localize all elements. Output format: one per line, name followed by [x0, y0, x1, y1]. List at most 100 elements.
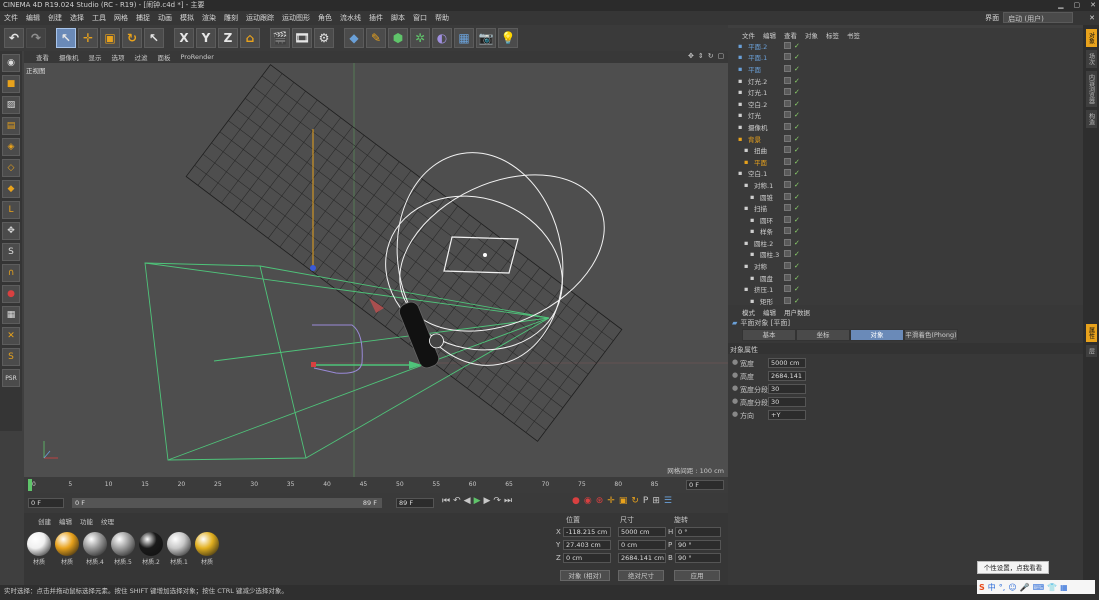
quantize-icon[interactable]: ✕ — [2, 327, 20, 345]
object-row[interactable]: ▪ 平面 ✓ — [728, 63, 1083, 75]
enabled-check-icon[interactable]: ✓ — [794, 88, 800, 96]
object-menu-item[interactable]: 标签 — [826, 30, 839, 40]
window-close-icon[interactable]: ✕ — [1089, 14, 1095, 22]
material-swatch[interactable]: 材质 — [26, 531, 52, 569]
enabled-check-icon[interactable]: ✓ — [794, 77, 800, 85]
y-axis-button[interactable]: Y — [196, 28, 216, 48]
coordinate-system-icon[interactable]: ⌂ — [240, 28, 260, 48]
viewport-menu-item[interactable]: 面板 — [158, 52, 171, 62]
prev-key-icon[interactable]: ↶ — [453, 496, 461, 506]
visibility-toggle[interactable] — [784, 76, 791, 84]
enabled-check-icon[interactable]: ✓ — [794, 111, 800, 119]
sogou-icon[interactable]: S — [979, 583, 985, 592]
visibility-toggle[interactable] — [784, 53, 791, 61]
menu-item[interactable]: 插件 — [369, 13, 383, 23]
attr-menu-item[interactable]: 用户数据 — [784, 307, 810, 317]
viewport-menu-item[interactable]: 选项 — [112, 52, 125, 62]
prop-radio[interactable]: ● — [732, 410, 738, 418]
attr-tab[interactable]: 对象 — [850, 329, 904, 341]
polygons-mode-icon[interactable]: ◆ — [2, 180, 20, 198]
object-row[interactable]: ▪ 摄像机 ✓ — [728, 121, 1083, 133]
visibility-toggle[interactable] — [784, 238, 791, 246]
object-row[interactable]: ▪ 平面.1 ✓ — [728, 52, 1083, 64]
object-row[interactable]: ▪ 对称 ✓ — [728, 260, 1083, 272]
object-row[interactable]: ▪ 圆柱.2 ✓ — [728, 237, 1083, 249]
voice-icon[interactable]: 🎤 — [1020, 583, 1030, 592]
object-row[interactable]: ▪ 挤压.1 ✓ — [728, 283, 1083, 295]
subdivision-icon[interactable]: ⬢ — [388, 28, 408, 48]
move-icon[interactable]: ✛ — [78, 28, 98, 48]
sculpt-icon[interactable]: ● — [2, 285, 20, 303]
enabled-check-icon[interactable]: ✓ — [794, 169, 800, 177]
side-tab[interactable]: 构造 — [1085, 110, 1097, 128]
menu-item[interactable]: 编辑 — [26, 13, 40, 23]
menu-item[interactable]: 角色 — [318, 13, 332, 23]
side-tab-lower[interactable]: 属性 — [1085, 324, 1097, 342]
tooltip-popup[interactable]: 个性设置，点我看看 — [977, 561, 1049, 574]
texture-mode-icon[interactable]: ▨ — [2, 96, 20, 114]
position-field[interactable]: 27.403 cm — [563, 540, 611, 550]
position-field[interactable]: -118.215 cm — [563, 527, 611, 537]
next-key-icon[interactable]: ↷ — [493, 496, 501, 506]
enabled-check-icon[interactable]: ✓ — [794, 239, 800, 247]
attr-menu-item[interactable]: 模式 — [742, 307, 755, 317]
maximize-view-icon[interactable]: ▢ — [718, 52, 725, 60]
workplane-icon[interactable]: ▤ — [2, 117, 20, 135]
camera-icon[interactable]: 📷 — [476, 28, 496, 48]
object-row[interactable]: ▪ 平面 ✓ — [728, 156, 1083, 168]
tweak-mode-icon[interactable]: ✥ — [2, 222, 20, 240]
attr-menu-item[interactable]: 编辑 — [763, 307, 776, 317]
object-row[interactable]: ▪ 灯光.2 ✓ — [728, 75, 1083, 87]
pen-icon[interactable]: ✎ — [366, 28, 386, 48]
layout-select[interactable]: 启动 (用户) — [1003, 12, 1074, 23]
side-tab[interactable]: 内容浏览器 — [1085, 71, 1097, 107]
visibility-toggle[interactable] — [784, 111, 791, 119]
object-menu-item[interactable]: 文件 — [742, 30, 755, 40]
close-icon[interactable]: ✕ — [1090, 0, 1096, 11]
menu-item[interactable]: 动画 — [158, 13, 172, 23]
object-row[interactable]: ▪ 空白.2 ✓ — [728, 98, 1083, 110]
scale-key-icon[interactable]: ▣ — [619, 496, 628, 506]
viewport-menu-item[interactable]: ProRender — [181, 53, 214, 61]
prop-radio[interactable]: ● — [732, 397, 738, 405]
visibility-toggle[interactable] — [784, 146, 791, 154]
live-select-icon[interactable]: ↖ — [56, 28, 76, 48]
viewport-menu-item[interactable]: 查看 — [36, 52, 49, 62]
ime-icon[interactable]: 中 — [988, 582, 996, 593]
play-icon[interactable]: ▶ — [474, 496, 481, 506]
material-swatch[interactable]: 材质.4 — [82, 531, 108, 569]
menu-item[interactable]: 网格 — [114, 13, 128, 23]
prop-radio[interactable]: ● — [732, 384, 738, 392]
object-row[interactable]: ▪ 空白.1 ✓ — [728, 168, 1083, 180]
object-row[interactable]: ▪ 灯光 ✓ — [728, 110, 1083, 122]
material-swatch[interactable]: 材质.5 — [110, 531, 136, 569]
material-swatch[interactable]: 材质.1 — [166, 531, 192, 569]
goto-end-icon[interactable]: ⏭ — [504, 496, 512, 506]
visibility-toggle[interactable] — [784, 64, 791, 72]
maximize-icon[interactable]: ▢ — [1074, 0, 1081, 11]
enabled-check-icon[interactable]: ✓ — [794, 65, 800, 73]
material-menu-item[interactable]: 编辑 — [59, 516, 72, 526]
visibility-toggle[interactable] — [784, 157, 791, 165]
minimize-icon[interactable]: ▁ — [1058, 0, 1063, 11]
x-axis-button[interactable]: X — [174, 28, 194, 48]
end-frame-field[interactable]: 89 F — [396, 498, 434, 508]
menu-item[interactable]: 模拟 — [180, 13, 194, 23]
visibility-toggle[interactable] — [784, 88, 791, 96]
visibility-toggle[interactable] — [784, 250, 791, 258]
zoom-icon[interactable]: ⇕ — [698, 52, 704, 60]
enabled-check-icon[interactable]: ✓ — [794, 123, 800, 131]
start-frame-field[interactable]: 0 F — [28, 498, 64, 508]
enabled-check-icon[interactable]: ✓ — [794, 135, 800, 143]
grid-icon[interactable]: ▦ — [2, 306, 20, 324]
enabled-check-icon[interactable]: ✓ — [794, 297, 800, 305]
viewport-menu-item[interactable]: 过滤 — [135, 52, 148, 62]
script-icon[interactable]: S — [2, 348, 20, 366]
object-menu-item[interactable]: 查看 — [784, 30, 797, 40]
visibility-toggle[interactable] — [784, 134, 791, 142]
enabled-check-icon[interactable]: ✓ — [794, 262, 800, 270]
enabled-check-icon[interactable]: ✓ — [794, 193, 800, 201]
object-row[interactable]: ▪ 样条 ✓ — [728, 226, 1083, 238]
move-key-icon[interactable]: ✛ — [607, 496, 615, 506]
menu-item[interactable]: 流水线 — [340, 13, 361, 23]
